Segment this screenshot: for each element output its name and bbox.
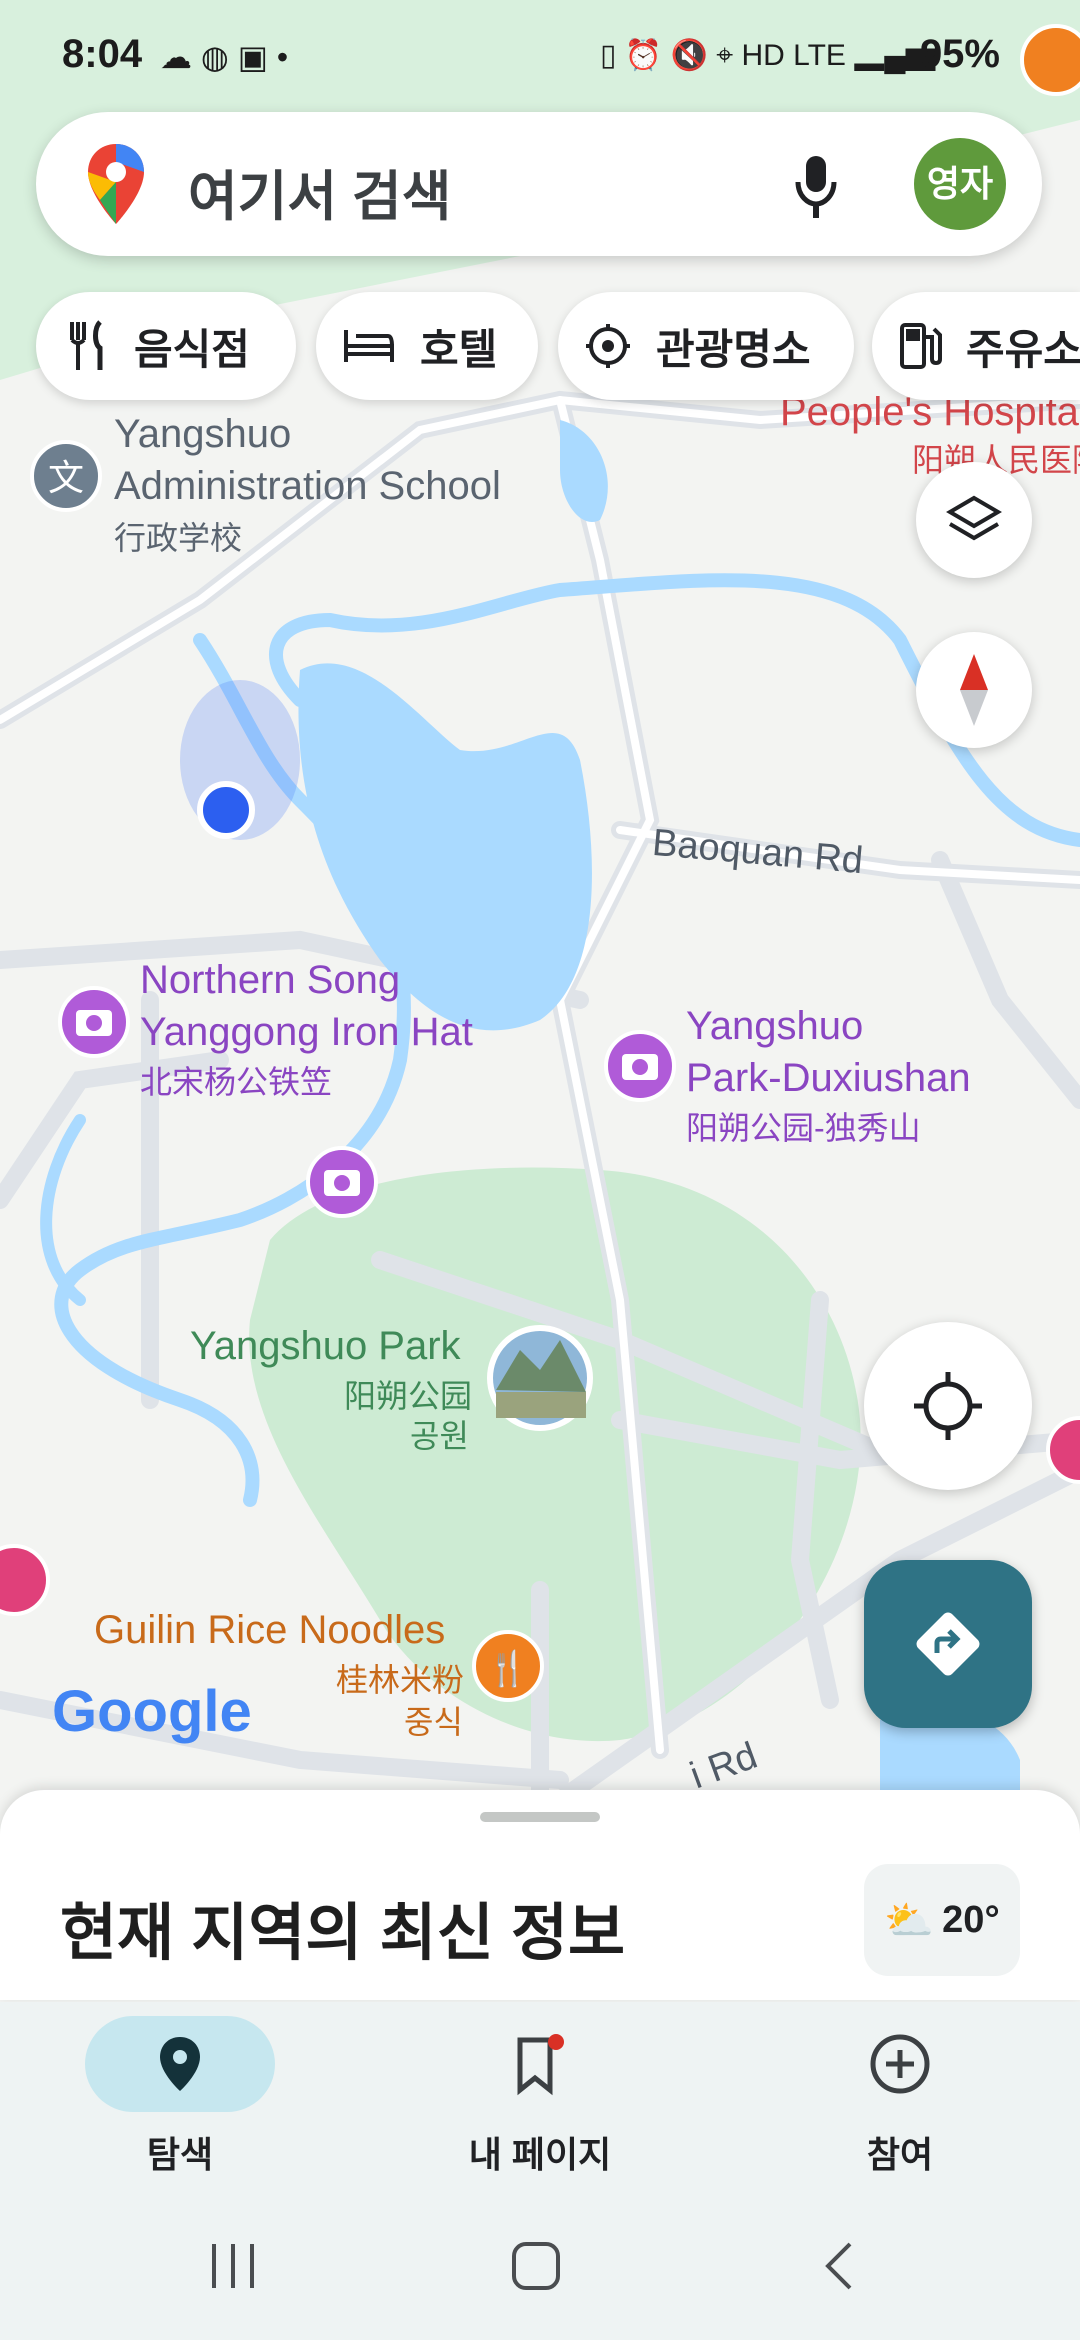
directions-icon: [916, 1612, 980, 1676]
my-location-dot: [197, 781, 255, 839]
weather-chip[interactable]: ⛅ 20°: [864, 1864, 1020, 1976]
label-school-en-1[interactable]: Yangshuo: [114, 408, 291, 460]
status-time: 8:04: [62, 32, 143, 76]
label-noodles-en[interactable]: Guilin Rice Noodles: [94, 1604, 445, 1656]
sheet-drag-handle[interactable]: [480, 1812, 600, 1822]
search-bar[interactable]: 여기서 검색 영자: [36, 112, 1042, 256]
nav-contribute-label: 참여: [866, 2134, 934, 2175]
poi-marker-park-photo: [487, 1325, 593, 1431]
bed-icon: [344, 330, 394, 362]
back-icon[interactable]: [820, 2240, 860, 2292]
nav-contribute-pill: [805, 2016, 995, 2112]
battery-percent: 95%: [919, 32, 1000, 76]
poi-marker-photo-spot: [306, 1146, 378, 1218]
label-northern-song-en-2[interactable]: Yanggong Iron Hat: [140, 1006, 473, 1058]
nav-explore-label: 탐색: [146, 2134, 214, 2175]
label-school-zh[interactable]: 行政学校: [114, 512, 242, 564]
attraction-icon: [586, 324, 630, 368]
layers-button[interactable]: [916, 462, 1032, 578]
google-logo: Google: [52, 1679, 252, 1744]
chip-hotels[interactable]: 호텔: [316, 292, 538, 400]
label-noodles-ko[interactable]: 중식: [404, 1696, 463, 1748]
partly-cloudy-icon: ⛅: [884, 1898, 935, 1943]
nav-saved[interactable]: 내 페이지: [390, 2016, 690, 2178]
status-bar: 8:04 ☁ ◍ ▣ • ▯ ⏰ 🔇 ⌖ HD LTE ▂▄▆ 95%: [0, 0, 1080, 110]
poi-marker-school: 文: [30, 440, 102, 512]
chip-restaurants-label: 음식점: [134, 325, 250, 373]
location-pin-icon: [160, 2037, 200, 2091]
gas-station-icon: [900, 323, 942, 369]
nav-explore[interactable]: 탐색: [30, 2016, 330, 2178]
bookmark-icon: [517, 2034, 564, 2096]
system-navigation-bar: [0, 2202, 1080, 2340]
label-northern-song-zh[interactable]: 北宋杨公铁笠: [140, 1056, 332, 1108]
directions-button[interactable]: [864, 1560, 1032, 1728]
poi-marker-noodles: 🍴: [472, 1630, 544, 1702]
svg-text:文: 文: [48, 458, 84, 499]
home-icon[interactable]: [510, 2240, 562, 2292]
nav-saved-label: 내 페이지: [468, 2134, 612, 2175]
nav-explore-pill: [85, 2016, 275, 2112]
explore-sheet[interactable]: 현재 지역의 최신 정보 ⛅ 20°: [0, 1790, 1080, 2000]
compass-icon: [960, 654, 988, 726]
fork-knife-icon: [70, 320, 103, 370]
add-circle-icon: [870, 2034, 930, 2094]
chip-restaurants[interactable]: 음식점: [36, 292, 296, 400]
chip-attractions-label: 관광명소: [656, 325, 811, 373]
nav-contribute[interactable]: 참여: [750, 2016, 1050, 2178]
poi-marker-duxiushan: [604, 1030, 676, 1102]
microphone-icon[interactable]: [792, 154, 840, 220]
maps-pin-logo-icon: [88, 144, 144, 224]
chip-gas-stations[interactable]: 주유소: [872, 292, 1080, 400]
chip-gas-stations-label: 주유소: [966, 325, 1080, 373]
label-duxiushan-en-2[interactable]: Park-Duxiushan: [686, 1052, 971, 1104]
status-notification-icons: ☁ ◍ ▣ •: [160, 39, 289, 75]
map-canvas[interactable]: 文 🍴: [0, 0, 1080, 1800]
chip-hotels-label: 호텔: [420, 325, 498, 373]
label-duxiushan-en-1[interactable]: Yangshuo: [686, 1000, 863, 1052]
temperature-value: 20°: [942, 1898, 1000, 1941]
layers-icon: [946, 495, 1002, 541]
sheet-title: 현재 지역의 최신 정보: [60, 1899, 626, 1968]
my-location-button[interactable]: [864, 1322, 1032, 1490]
label-duxiushan-zh[interactable]: 阳朔公园-独秀山: [686, 1102, 921, 1154]
label-park-en[interactable]: Yangshuo Park: [190, 1320, 461, 1372]
poi-marker-northern-song: [58, 986, 130, 1058]
label-park-ko[interactable]: 공원: [410, 1410, 469, 1462]
account-avatar[interactable]: 영자: [914, 138, 1006, 230]
status-system-icons: ▯ ⏰ 🔇 ⌖ HD LTE ▂▄▆: [600, 39, 936, 72]
search-placeholder[interactable]: 여기서 검색: [188, 152, 451, 231]
crosshair-icon: [914, 1372, 982, 1440]
compass-button[interactable]: [916, 632, 1032, 748]
recent-apps-icon[interactable]: [208, 2240, 258, 2292]
label-northern-song-en-1[interactable]: Northern Song: [140, 954, 400, 1006]
poi-marker-hotel-left: [0, 1544, 50, 1616]
bottom-navigation: 탐색 내 페이지 참여: [0, 2002, 1080, 2202]
svg-text:🍴: 🍴: [487, 1649, 529, 1689]
chip-attractions[interactable]: 관광명소: [558, 292, 854, 400]
nav-saved-pill: [445, 2016, 635, 2112]
label-school-en-2[interactable]: Administration School: [114, 460, 501, 512]
